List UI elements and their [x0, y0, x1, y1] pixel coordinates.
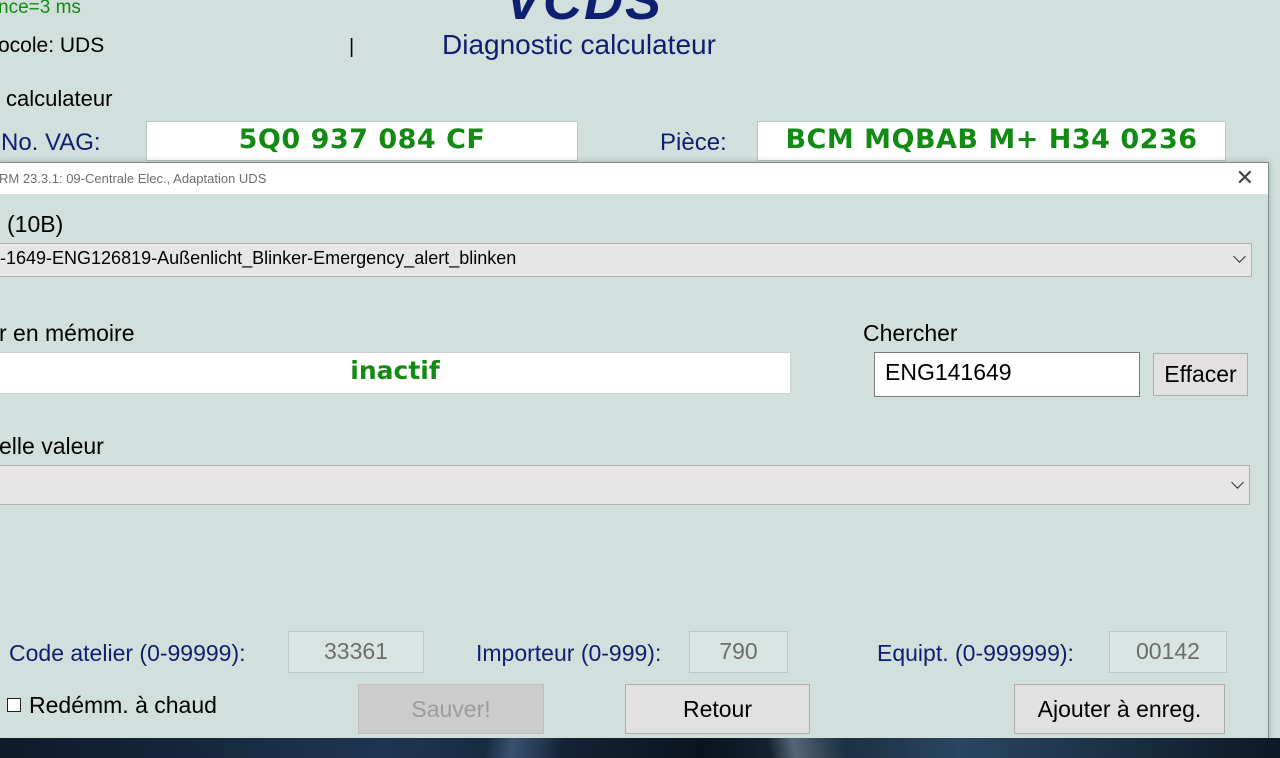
vag-number-field: 5Q0 937 084 CF [146, 121, 578, 161]
desktop-background [0, 738, 1280, 758]
channel-select-value: -1649-ENG126819-Außenlicht_Blinker-Emerg… [0, 248, 517, 268]
channel-label: (10B) [7, 211, 64, 237]
channel-select[interactable]: -1649-ENG126819-Außenlicht_Blinker-Emerg… [0, 243, 1252, 277]
latency-text: nce=3 ms [0, 0, 81, 18]
app-subtitle: Diagnostic calculateur [442, 29, 716, 60]
equipment-label: Equipt. (0-999999): [877, 640, 1074, 666]
importer-label: Importeur (0-999): [476, 640, 662, 666]
app-logo: VCDS [505, 0, 664, 31]
workshop-code-label: Code atelier (0-99999): [9, 640, 246, 666]
new-value-select[interactable] [0, 465, 1250, 505]
save-button[interactable]: Sauver! [358, 684, 544, 734]
workshop-code-field: 33361 [288, 631, 424, 673]
search-label: Chercher [863, 320, 958, 346]
chevron-down-icon [1233, 250, 1246, 263]
add-to-log-button[interactable]: Ajouter à enreg. [1014, 684, 1225, 734]
dialog-title: RM 23.3.1: 09-Centrale Elec., Adaptation… [0, 171, 267, 186]
part-label: Pièce: [660, 129, 727, 156]
back-button[interactable]: Retour [625, 684, 810, 734]
stored-value-field: inactif [0, 352, 791, 394]
adaptation-dialog: RM 23.3.1: 09-Centrale Elec., Adaptation… [0, 162, 1269, 742]
part-field: BCM MQBAB M+ H34 0236 [757, 121, 1226, 161]
vag-number-label: No. VAG: [1, 129, 101, 156]
dialog-titlebar: RM 23.3.1: 09-Centrale Elec., Adaptation… [0, 163, 1268, 194]
section-heading: calculateur [6, 86, 113, 111]
close-icon[interactable]: ✕ [1236, 167, 1254, 189]
stored-value-label: r en mémoire [0, 320, 135, 346]
importer-field: 790 [689, 631, 788, 673]
hot-restart-checkbox[interactable] [7, 698, 21, 712]
text-cursor: | [349, 36, 355, 58]
clear-button[interactable]: Effacer [1153, 353, 1248, 396]
new-value-label: elle valeur [0, 433, 104, 459]
hot-restart-label: Redémm. à chaud [29, 692, 217, 718]
chevron-down-icon [1231, 476, 1244, 489]
search-input[interactable]: ENG141649 [874, 352, 1140, 397]
protocol-text: ocole: UDS [0, 34, 105, 57]
equipment-field: 00142 [1109, 631, 1227, 673]
